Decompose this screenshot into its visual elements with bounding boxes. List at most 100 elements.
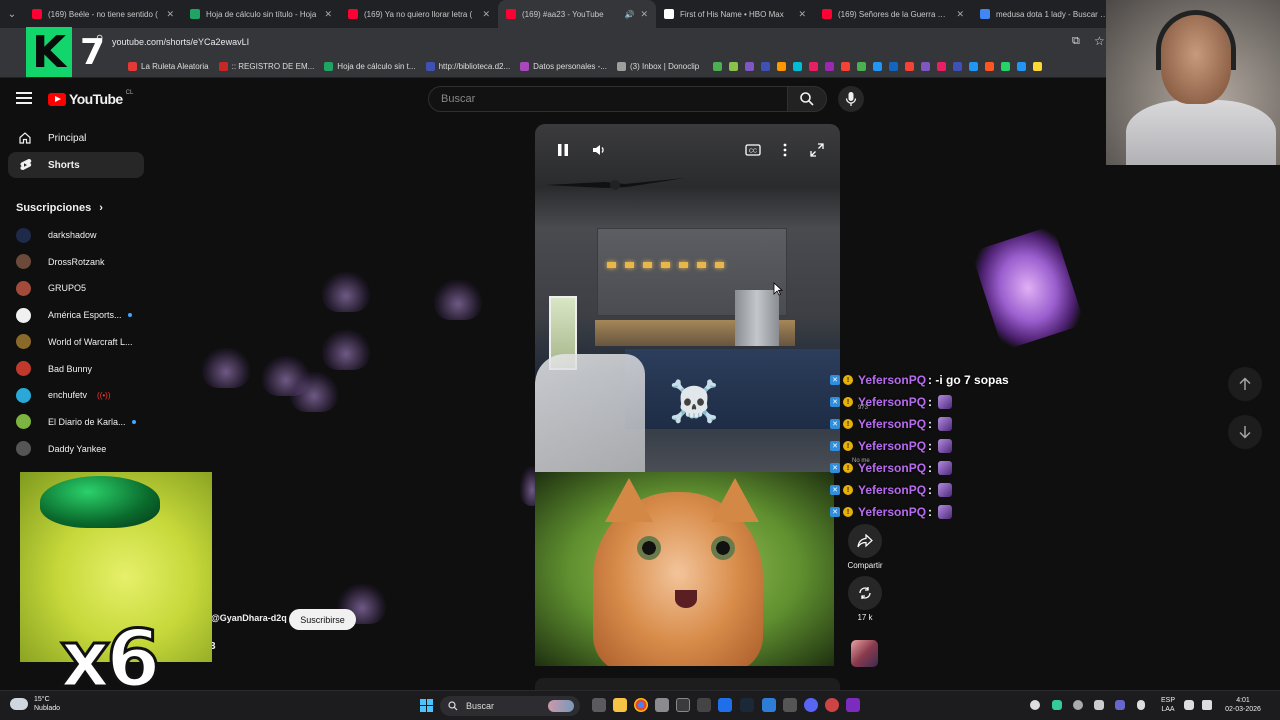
bookmark-favicon-icon[interactable]	[729, 62, 739, 71]
browser-tab[interactable]: (169) Ya no quiero llorar letra (✕	[340, 0, 498, 28]
network-icon[interactable]	[1184, 700, 1194, 710]
app-icon[interactable]	[676, 698, 690, 712]
tab-search-chevron-icon[interactable]: ⌄	[0, 0, 24, 28]
tab-audio-icon[interactable]: 🔊	[624, 10, 634, 19]
tab-close-icon[interactable]: ✕	[324, 9, 332, 20]
app-icon[interactable]	[655, 698, 669, 712]
app-icon[interactable]	[825, 698, 839, 712]
next-short-preview[interactable]	[535, 678, 840, 690]
bookmark-favicon-icon[interactable]	[1017, 62, 1027, 71]
previous-short-button[interactable]	[1228, 367, 1262, 401]
bookmark-favicon-icon[interactable]	[985, 62, 995, 71]
subscription-channel[interactable]: GRUPO5	[16, 278, 86, 298]
bookmark-favicon-icon[interactable]	[921, 62, 931, 71]
subscription-channel[interactable]: enchufetv ((•))	[16, 385, 111, 405]
bookmark-item[interactable]: (3) Inbox | Donoclip	[616, 62, 699, 71]
bookmark-item[interactable]: La Ruleta Aleatoria	[128, 62, 209, 71]
remix-button[interactable]	[848, 576, 882, 610]
tab-close-icon[interactable]: ✕	[166, 9, 174, 20]
search-button[interactable]	[787, 86, 827, 112]
captions-button[interactable]: CC	[739, 140, 767, 160]
subscription-channel[interactable]: Bad Bunny	[16, 359, 92, 379]
bookmark-favicon-icon[interactable]	[809, 62, 819, 71]
app-icon[interactable]	[783, 698, 797, 712]
bookmark-favicon-icon[interactable]	[745, 62, 755, 71]
hamburger-menu-icon[interactable]	[16, 90, 32, 106]
task-view-icon[interactable]	[592, 698, 606, 712]
tray-icon[interactable]	[1073, 700, 1083, 710]
discord-icon[interactable]	[804, 698, 818, 712]
windows-start-icon[interactable]	[420, 699, 433, 712]
sidebar-item-principal[interactable]: Principal	[8, 125, 144, 151]
voice-search-button[interactable]	[838, 86, 864, 112]
taskbar-search[interactable]: Buscar	[440, 696, 580, 716]
short-channel-handle[interactable]: @GyanDhara-d2q	[211, 613, 287, 623]
language-indicator[interactable]: ESP LAA	[1156, 696, 1180, 714]
tab-close-icon[interactable]: ✕	[640, 9, 648, 20]
weather-widget[interactable]: 15°C Nublado	[10, 695, 60, 713]
subscription-channel[interactable]: América Esports...	[16, 305, 132, 325]
sidebar-item-shorts[interactable]: Shorts	[8, 152, 144, 178]
subscription-channel[interactable]: World of Warcraft L...	[16, 332, 133, 352]
bookmark-favicon-icon[interactable]	[857, 62, 867, 71]
browser-tab[interactable]: (169) Señores de la Guerra — F ✕	[814, 0, 972, 28]
bookmark-favicon-icon[interactable]	[713, 62, 723, 71]
share-button[interactable]	[848, 524, 882, 558]
subscription-channel[interactable]: Daddy Yankee	[16, 439, 106, 459]
bookmark-favicon-icon[interactable]	[777, 62, 787, 71]
fullscreen-button[interactable]	[803, 140, 831, 160]
app-icon[interactable]	[762, 698, 776, 712]
bookmark-favicon-icon[interactable]	[1033, 62, 1043, 71]
subscription-channel[interactable]: darkshadow	[16, 225, 97, 245]
url-field[interactable]: youtube.com/shorts/eYCa2ewavLI	[112, 32, 1112, 52]
bookmark-favicon-icon[interactable]	[969, 62, 979, 71]
file-explorer-icon[interactable]	[613, 698, 627, 712]
more-options-button[interactable]	[771, 140, 799, 160]
subscribe-button[interactable]: Suscribirse	[289, 609, 356, 630]
search-input[interactable]: Buscar	[428, 86, 788, 112]
youtube-logo[interactable]: YouTube CL	[48, 90, 133, 107]
browser-tab[interactable]: (169) Beéle - no tiene sentido (✕	[24, 0, 182, 28]
steam-icon[interactable]	[740, 698, 754, 712]
next-short-button[interactable]	[1228, 415, 1262, 449]
bookmark-favicon-icon[interactable]	[841, 62, 851, 71]
bookmark-favicon-icon[interactable]	[905, 62, 915, 71]
bookmark-favicon-icon[interactable]	[953, 62, 963, 71]
bookmark-favicon-icon[interactable]	[1001, 62, 1011, 71]
app-icon[interactable]	[718, 698, 732, 712]
bookmark-favicon-icon[interactable]	[937, 62, 947, 71]
tray-icon[interactable]	[1094, 700, 1104, 710]
tab-close-icon[interactable]: ✕	[798, 9, 806, 20]
tray-icon[interactable]	[1052, 700, 1062, 710]
tab-close-icon[interactable]: ✕	[956, 9, 964, 20]
pause-button[interactable]	[549, 140, 577, 160]
bookmark-item[interactable]: http://biblioteca.d2...	[425, 62, 510, 71]
bookmark-favicon-icon[interactable]	[889, 62, 899, 71]
browser-tab[interactable]: (169) #aa23 - YouTube 🔊 ✕	[498, 0, 656, 28]
subscriptions-header[interactable]: Suscripciones ›	[16, 202, 103, 214]
browser-tab[interactable]: First of His Name • HBO Max ✕	[656, 0, 814, 28]
subscription-channel[interactable]: El Diario de Karla...	[16, 412, 136, 432]
short-video-player[interactable]: ☠️ CC	[535, 124, 840, 472]
clock[interactable]: 4:01 02-03-2026	[1220, 696, 1266, 714]
microphone-tray-icon[interactable]	[1137, 700, 1145, 710]
bookmark-favicon-icon[interactable]	[825, 62, 835, 71]
tray-icon[interactable]	[1115, 700, 1125, 710]
subscription-channel[interactable]: DrossRotzank	[16, 252, 105, 272]
browser-tab[interactable]: Hoja de cálculo sin título - Hoja ✕	[182, 0, 340, 28]
bookmark-favicon-icon[interactable]	[873, 62, 883, 71]
install-app-icon[interactable]: ⧉	[1072, 35, 1080, 48]
bookmark-item[interactable]: Hoja de cálculo sin t...	[324, 62, 416, 71]
tab-close-icon[interactable]: ✕	[482, 9, 490, 20]
bookmark-star-icon[interactable]: ☆	[1094, 34, 1105, 48]
bookmark-item[interactable]: Datos personales -...	[520, 62, 607, 71]
app-icon[interactable]	[697, 698, 711, 712]
bookmark-item[interactable]: :: REGISTRO DE EM...	[218, 62, 314, 71]
volume-button[interactable]	[585, 140, 613, 160]
bookmark-favicon-icon[interactable]	[793, 62, 803, 71]
tray-icon[interactable]	[1030, 700, 1040, 710]
bookmark-favicon-icon[interactable]	[761, 62, 771, 71]
app-icon[interactable]	[846, 698, 860, 712]
volume-tray-icon[interactable]	[1202, 700, 1212, 710]
sound-thumbnail[interactable]	[851, 640, 878, 667]
